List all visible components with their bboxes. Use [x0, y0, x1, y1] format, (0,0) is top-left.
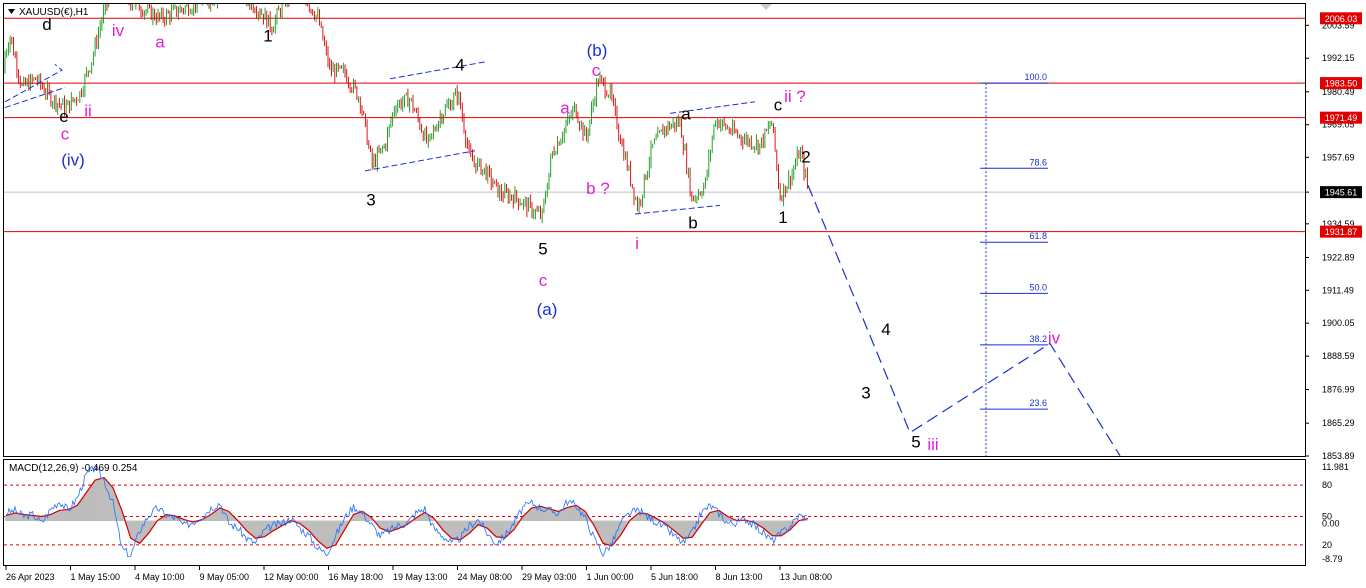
- price-tag-label: 1983.50: [1325, 79, 1358, 89]
- macd-tick-label: -8.79: [1322, 554, 1343, 564]
- price-tick-label: 1888.59: [1322, 351, 1355, 361]
- time-tick-label: 1 Jun 00:00: [587, 572, 634, 582]
- wave-label: iv: [1048, 329, 1061, 348]
- time-tick-label: 24 May 08:00: [458, 572, 513, 582]
- wave-label: 5: [911, 432, 920, 451]
- time-tick-label: 19 May 13:00: [393, 572, 448, 582]
- chart-canvas[interactable]: 100.078.661.850.038.223.6 d iva 1e iic(iv)4…: [0, 0, 1366, 588]
- wave-label: 1: [263, 27, 272, 46]
- wave-label: c: [539, 271, 548, 290]
- wave-label: 3: [861, 383, 870, 402]
- wave-label: i: [635, 234, 639, 253]
- fib-level-label: 100.0: [1024, 72, 1047, 82]
- price-tick-label: 1865.29: [1322, 418, 1355, 428]
- wave-label: c: [592, 61, 601, 80]
- wave-label: ii: [84, 101, 92, 120]
- time-tick-label: 4 May 10:00: [135, 572, 185, 582]
- time-tick-label: 9 May 05:00: [200, 572, 250, 582]
- macd-tick-label: 20: [1322, 540, 1332, 550]
- wave-label: b: [688, 214, 697, 233]
- wave-label: (iv): [61, 150, 85, 169]
- time-tick-label: 8 Jun 13:00: [716, 572, 763, 582]
- fib-level-label: 38.2: [1029, 334, 1047, 344]
- time-tick-label: 5 Jun 18:00: [651, 572, 698, 582]
- wave-label: 3: [366, 191, 375, 210]
- price-tag-label: 2006.03: [1325, 14, 1358, 24]
- price-tag-label: 1931.87: [1325, 227, 1358, 237]
- macd-title: MACD(12,26,9) -0.469 0.254: [9, 463, 138, 474]
- wave-label: 1: [778, 208, 787, 227]
- macd-tick-label: 11.981: [1322, 462, 1349, 472]
- price-tick-label: 1876.99: [1322, 385, 1355, 395]
- time-tick-label: 12 May 00:00: [264, 572, 319, 582]
- time-tick-label: 29 May 03:00: [522, 572, 577, 582]
- time-tick-label: 13 Jun 08:00: [780, 572, 832, 582]
- time-tick-label: 16 May 18:00: [329, 572, 384, 582]
- wave-label: iv: [112, 21, 125, 40]
- chart-background: [0, 0, 1366, 588]
- macd-tick-label: 0.00: [1322, 519, 1340, 529]
- fib-level-label: 23.6: [1029, 398, 1047, 408]
- price-tick-label: 1900.05: [1322, 318, 1355, 328]
- wave-label: 4: [455, 55, 464, 74]
- wave-label: 2: [801, 147, 810, 166]
- symbol-title: XAUUSD(€),H1: [19, 7, 89, 18]
- wave-label: c: [774, 96, 783, 115]
- wave-label: e: [59, 107, 68, 126]
- wave-label: 4: [881, 320, 890, 339]
- price-tick-label: 1911.49: [1322, 285, 1354, 295]
- wave-label: a: [681, 104, 691, 123]
- time-tick-label: 1 May 15:00: [71, 572, 121, 582]
- price-tick-label: 1922.89: [1322, 252, 1355, 262]
- macd-tick-label: 80: [1322, 480, 1332, 490]
- wave-label: iii: [927, 435, 938, 454]
- wave-label: a: [560, 99, 570, 118]
- price-tag-label: 1945.61: [1325, 188, 1358, 198]
- price-tick-label: 1992.15: [1322, 53, 1355, 63]
- wave-label: a: [155, 32, 165, 51]
- wave-label: (b): [587, 41, 608, 60]
- wave-label: ii ?: [784, 87, 806, 106]
- wave-label: 5: [538, 240, 547, 259]
- price-tick-label: 1853.89: [1322, 451, 1355, 461]
- price-tick-label: 1957.69: [1322, 152, 1355, 162]
- wave-label: (a): [537, 300, 558, 319]
- wave-label: c: [61, 124, 70, 143]
- fib-level-label: 61.8: [1029, 231, 1047, 241]
- time-tick-label: 26 Apr 2023: [6, 572, 55, 582]
- fib-level-label: 50.0: [1029, 282, 1047, 292]
- fib-level-label: 78.6: [1029, 157, 1047, 167]
- chart-window[interactable]: 100.0 78.6 61.8 50.0 38.2 23.6 d iv a 1 e ii c (iv) 4…: [0, 0, 1366, 588]
- price-tag-label: 1971.49: [1325, 113, 1358, 123]
- wave-label: b ?: [586, 179, 610, 198]
